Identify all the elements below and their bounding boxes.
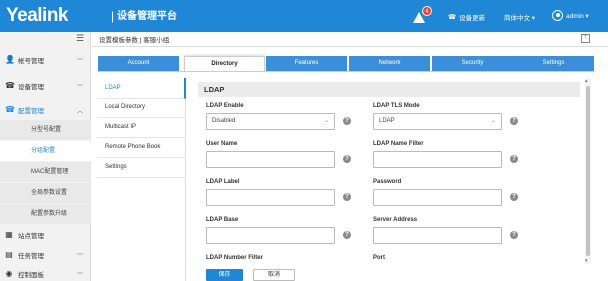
tab-directory[interactable]: Directory: [184, 56, 265, 72]
tab-features[interactable]: Features: [266, 56, 347, 71]
ldap-enable-label: LDAP Enable: [206, 103, 244, 109]
help-icon[interactable]: ?: [510, 193, 518, 201]
help-icon[interactable]: ?: [510, 155, 518, 163]
chevron-down-icon: ﹀: [76, 253, 83, 260]
ldap-tls-mode-value: LDAP: [379, 118, 395, 124]
port-label: Port: [373, 255, 385, 261]
ldap-tls-mode-label: LDAP TLS Mode: [373, 103, 420, 109]
sidebar-item-label: 任务管理: [18, 253, 44, 260]
phone-icon: ☎: [448, 14, 457, 21]
chevron-down-icon: ⌄: [323, 118, 329, 124]
sidebar-item-label: 站点管理: [18, 233, 44, 240]
chevron-down-icon: ⌄: [490, 118, 496, 124]
sidebar-item-label: 配置管理: [18, 108, 44, 115]
chevron-down-icon: ﹀: [76, 84, 83, 91]
scroll-up-icon[interactable]: ▴: [585, 78, 588, 84]
ldap-name-filter-label: LDAP Name Filter: [373, 141, 424, 147]
platform-title: 设备管理平台: [117, 11, 177, 22]
collapse-icon[interactable]: ⊤: [581, 34, 590, 43]
subnav-item-remote-phone-book[interactable]: Remote Phone Book: [98, 137, 186, 158]
dashboard-icon: ◉: [5, 269, 13, 278]
cancel-button[interactable]: 取消: [253, 269, 295, 281]
divider: [92, 46, 608, 47]
sidebar-item-sites[interactable]: ▦ 站点管理: [0, 225, 91, 245]
server-address-label: Server Address: [373, 217, 418, 223]
top-bar: Yealink | 设备管理平台 4 ☎ 设备更新 简体中文 ▾ admin ▾: [0, 0, 608, 32]
directory-subnav: LDAP Local Directory Multicast IP Remote…: [98, 78, 186, 281]
help-icon[interactable]: ?: [510, 117, 518, 125]
alarm-button[interactable]: 4: [413, 6, 432, 24]
sidebar-item-devices[interactable]: ☎ 设备管理 ﹀: [0, 76, 91, 96]
password-input[interactable]: [373, 189, 502, 206]
tab-settings[interactable]: Settings: [513, 56, 594, 71]
sidebar-item-label: 帐号管理: [18, 58, 44, 65]
task-icon: ▤: [5, 250, 13, 259]
tab-security[interactable]: Security: [432, 56, 513, 71]
save-button[interactable]: 保存: [206, 269, 243, 281]
sidebar-subitem-group-config[interactable]: 分组配置: [0, 141, 91, 161]
sidebar-subitem-global-params[interactable]: 全局参数设置: [0, 183, 91, 203]
chevron-up-icon: ︿: [76, 108, 83, 115]
site-icon: ▦: [5, 230, 13, 239]
device-update-label: 设备更新: [459, 15, 486, 22]
language-selector[interactable]: 简体中文 ▾: [504, 12, 535, 22]
subnav-item-multicast-ip[interactable]: Multicast IP: [98, 117, 186, 138]
user-name-input[interactable]: [206, 151, 335, 168]
ldap-label-label: LDAP Label: [206, 179, 240, 185]
ldap-label-input[interactable]: [206, 189, 335, 206]
help-icon[interactable]: ?: [343, 193, 351, 201]
breadcrumb: 设置模板参数 | 客服小组: [99, 37, 170, 44]
config-icon: ☎: [5, 105, 15, 114]
sidebar-item-label: 控制面板: [18, 272, 44, 279]
scrollbar-thumb[interactable]: [586, 86, 590, 256]
sidebar: ☰ 👤 帐号管理 ﹀ ☎ 设备管理 ﹀ ☎ 配置管理 ︿ 分型号配置 分组配置 …: [0, 32, 91, 281]
help-icon[interactable]: ?: [343, 155, 351, 163]
sidebar-subitem-mac-config[interactable]: MAC配置管理: [0, 162, 91, 182]
password-label: Password: [373, 179, 402, 185]
ldap-panel: LDAP LDAP Enable Disabled ⌄ ? LDAP TLS M…: [198, 82, 580, 281]
user-menu[interactable]: admin ▾: [552, 10, 589, 21]
scroll-down-icon[interactable]: ▾: [585, 258, 588, 264]
tab-account[interactable]: Account: [98, 56, 179, 71]
person-icon: 👤: [5, 55, 15, 64]
sidebar-item-label: 设备管理: [18, 84, 44, 91]
ldap-tls-mode-select[interactable]: LDAP ⌄: [373, 113, 502, 130]
ldap-enable-value: Disabled: [212, 118, 236, 124]
device-update-button[interactable]: ☎ 设备更新: [448, 12, 485, 22]
settings-tabs: Account Directory Features Network Secur…: [98, 56, 606, 72]
subnav-item-local-directory[interactable]: Local Directory: [98, 97, 186, 118]
ldap-name-filter-input[interactable]: [373, 151, 502, 168]
sidebar-subitem-model-config[interactable]: 分型号配置: [0, 120, 91, 140]
sidebar-subitem-param-upgrade[interactable]: 配置参数升级: [0, 204, 91, 224]
tab-network[interactable]: Network: [349, 56, 430, 71]
username-label: admin ▾: [566, 12, 589, 20]
subnav-item-settings[interactable]: Settings: [98, 157, 186, 178]
phone-icon: ☎: [5, 81, 15, 90]
menu-toggle-icon[interactable]: ☰: [76, 33, 84, 44]
sidebar-item-account[interactable]: 👤 帐号管理 ﹀: [0, 50, 91, 70]
sidebar-item-tasks[interactable]: ▤ 任务管理 ﹀: [0, 245, 91, 265]
tabs-divider: [98, 71, 595, 72]
brand-logo: Yealink: [6, 5, 69, 26]
ldap-base-input[interactable]: [206, 227, 335, 244]
ldap-number-filter-label: LDAP Number Filter: [206, 255, 263, 261]
panel-title: LDAP: [198, 82, 580, 97]
ldap-enable-select[interactable]: Disabled ⌄: [206, 113, 335, 130]
chevron-down-icon: ﹀: [76, 272, 83, 279]
help-icon[interactable]: ?: [343, 117, 351, 125]
help-icon[interactable]: ?: [510, 231, 518, 239]
avatar-icon: [552, 10, 563, 21]
help-icon[interactable]: ?: [343, 231, 351, 239]
alarm-count-badge: 4: [422, 6, 432, 16]
subnav-item-ldap[interactable]: LDAP: [98, 78, 186, 99]
server-address-input[interactable]: [373, 227, 502, 244]
sidebar-item-config[interactable]: ☎ 配置管理 ︿: [0, 100, 91, 120]
ldap-base-label: LDAP Base: [206, 217, 239, 223]
brand-separator: |: [111, 9, 115, 23]
user-name-label: User Name: [206, 141, 238, 147]
sidebar-item-dashboard[interactable]: ◉ 控制面板 ﹀: [0, 264, 91, 281]
chevron-down-icon: ﹀: [76, 58, 83, 65]
